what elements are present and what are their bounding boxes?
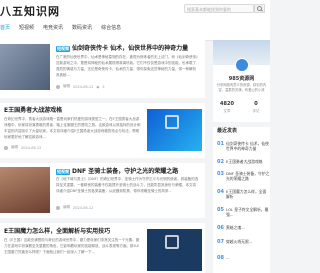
- recent-post-title[interactable]: LOL 皇子符文全解析，最强...: [226, 207, 270, 217]
- article-thumbnail[interactable]: [0, 44, 50, 90]
- recent-post-title[interactable]: 仙剑奇侠传卡 仙术，仙侠世界中的神奇力量: [226, 141, 270, 151]
- stat-articles-label: 文章: [223, 109, 231, 113]
- widget-title: 最近发表: [217, 128, 238, 134]
- recent-post-item[interactable]: 08 ...: [217, 255, 270, 261]
- recent-post-title[interactable]: E王国魔力怎么样，全面解析: [226, 189, 270, 199]
- recent-post-item[interactable]: 03 DNF 圣骑士装备，守护之光的荣耀之路: [217, 171, 270, 181]
- recent-post-item[interactable]: 06 黑暗之魂...: [217, 225, 270, 231]
- article-thumbnail[interactable]: [0, 167, 50, 213]
- eye-icon: ◉: [96, 84, 100, 89]
- author-name[interactable]: 编辑: [11, 145, 18, 150]
- article-excerpt: 在《E王国》这款充满冒险与奇幻的游戏世界中，魔力是玩家们非常关注的一个元素。魔力…: [4, 238, 140, 254]
- profile-description: 分享网络有意义的资源，精彩的内容，温柔的灵魂，有爱心的小孩: [216, 83, 267, 92]
- recent-post-title[interactable]: DNF 圣骑士装备，守护之光的荣耀之路: [226, 171, 270, 181]
- avatar: [56, 205, 60, 210]
- rank-number: 06: [217, 225, 224, 231]
- rank-number: 04: [217, 189, 224, 195]
- article-meta: 编辑 2024-06-12 ◉ 5: [56, 84, 105, 89]
- article-card[interactable]: E王国勇者大战游戏格 在奇幻世界中，勇者大战游戏格一直是玩家们热爱的游戏类型之一…: [0, 103, 205, 158]
- nav-item-general[interactable]: 综合信息: [101, 24, 121, 31]
- article-title[interactable]: E王国魔力怎么样，全面解析与实用技巧: [4, 226, 149, 235]
- category-badge[interactable]: 短视频: [56, 168, 70, 175]
- article-title[interactable]: 短视频 仙剑奇侠传卡 仙术，仙侠世界中的神奇力量: [56, 43, 201, 52]
- avatar: [4, 145, 8, 150]
- site-logo[interactable]: 八五知识网: [0, 3, 60, 19]
- recent-post-item[interactable]: 05 LOL 皇子符文全解析，最强...: [217, 207, 270, 217]
- rank-number: 01: [217, 141, 224, 147]
- search-input[interactable]: 搜索基本都能找到你要的: [184, 4, 254, 13]
- stat-comments-value: 0: [254, 101, 258, 107]
- article-excerpt: 在广袤的仙侠世界中，仙术是神秘莫测的存在，被视为修炼者的无上法门。而《仙剑奇侠传…: [56, 55, 198, 77]
- article-meta: 编辑 2024-06-12: [4, 145, 41, 150]
- category-badge[interactable]: 短视频: [56, 45, 70, 52]
- article-card[interactable]: 短视频 仙剑奇侠传卡 仙术，仙侠世界中的神奇力量 在广袤的仙侠世界中，仙术是神秘莫…: [0, 40, 205, 98]
- main-nav: 首页 短视频 电竞资讯 数码资讯 综合信息: [0, 24, 121, 31]
- article-excerpt: 在奇幻世界中，勇者大战游戏格一直是玩家们热爱的游戏类型之一。在E王国勇者大战游戏…: [4, 117, 141, 139]
- post-date: 2024-06-12: [73, 84, 94, 89]
- profile-name[interactable]: 985资源网: [213, 75, 270, 82]
- article-excerpt: 在《地下城与勇士》（DNF）的奇幻世界中，圣骑士作为守护正义与光明的使者，其装备…: [56, 177, 199, 193]
- nav-item-esports[interactable]: 电竞资讯: [43, 24, 63, 31]
- author-name[interactable]: 编辑: [63, 205, 70, 210]
- rank-number: 02: [217, 159, 224, 165]
- stat-articles-value: 4820: [220, 101, 234, 107]
- article-title[interactable]: E王国勇者大战游戏格: [4, 105, 149, 114]
- recent-post-title[interactable]: E王国勇者大战游戏格: [226, 159, 270, 164]
- site-header: 八五知识网 首页 短视频 电竞资讯 数码资讯 综合信息 搜索基本都能找到你要的: [0, 0, 270, 41]
- author-profile-card: 985资源网 分享网络有意义的资源，精彩的内容，温柔的灵魂，有爱心的小孩 482…: [213, 40, 270, 122]
- rank-number: 07: [217, 239, 224, 245]
- article-meta: 编辑 2024-06-12: [56, 205, 93, 210]
- recent-posts-widget: 最近发表 01 仙剑奇侠传卡 仙术，仙侠世界中的神奇力量 02 E王国勇者大战游…: [213, 127, 270, 273]
- stat-comments-label: 评论: [252, 109, 260, 113]
- avatar[interactable]: [235, 58, 249, 72]
- post-date: 2024-06-12: [21, 145, 42, 150]
- nav-item-short-video[interactable]: 短视频: [19, 24, 34, 31]
- rank-number: 03: [217, 171, 224, 177]
- recent-post-item[interactable]: 01 仙剑奇侠传卡 仙术，仙侠世界中的神奇力量: [217, 141, 270, 151]
- search-icon[interactable]: [254, 4, 265, 13]
- article-thumbnail[interactable]: [147, 229, 202, 271]
- view-count: 5: [102, 84, 105, 89]
- article-card[interactable]: E王国魔力怎么样，全面解析与实用技巧 在《E王国》这款充满冒险与奇幻的游戏世界中…: [0, 223, 205, 273]
- avatar: [56, 84, 60, 89]
- recent-post-title[interactable]: 穿越火线无限...: [226, 239, 270, 244]
- nav-item-digital[interactable]: 数码资讯: [72, 24, 92, 31]
- author-name[interactable]: 编辑: [63, 84, 70, 89]
- recent-post-title[interactable]: 黑暗之魂...: [226, 225, 270, 230]
- article-title[interactable]: 短视频 DNF 圣骑士装备，守护之光的荣耀之路: [56, 166, 201, 175]
- recent-post-item[interactable]: 07 穿越火线无限...: [217, 239, 270, 245]
- nav-item-home[interactable]: 首页: [0, 24, 10, 31]
- recent-post-item[interactable]: 04 E王国魔力怎么样，全面解析: [217, 189, 270, 199]
- rank-number: 08: [217, 255, 224, 261]
- recent-post-item[interactable]: 02 E王国勇者大战游戏格: [217, 159, 270, 165]
- article-card[interactable]: 短视频 DNF 圣骑士装备，守护之光的荣耀之路 在《地下城与勇士》（DNF）的奇幻…: [0, 163, 205, 218]
- rank-number: 05: [217, 207, 224, 213]
- article-thumbnail[interactable]: [147, 109, 202, 151]
- post-date: 2024-06-12: [73, 205, 94, 210]
- recent-post-title[interactable]: ...: [226, 255, 270, 260]
